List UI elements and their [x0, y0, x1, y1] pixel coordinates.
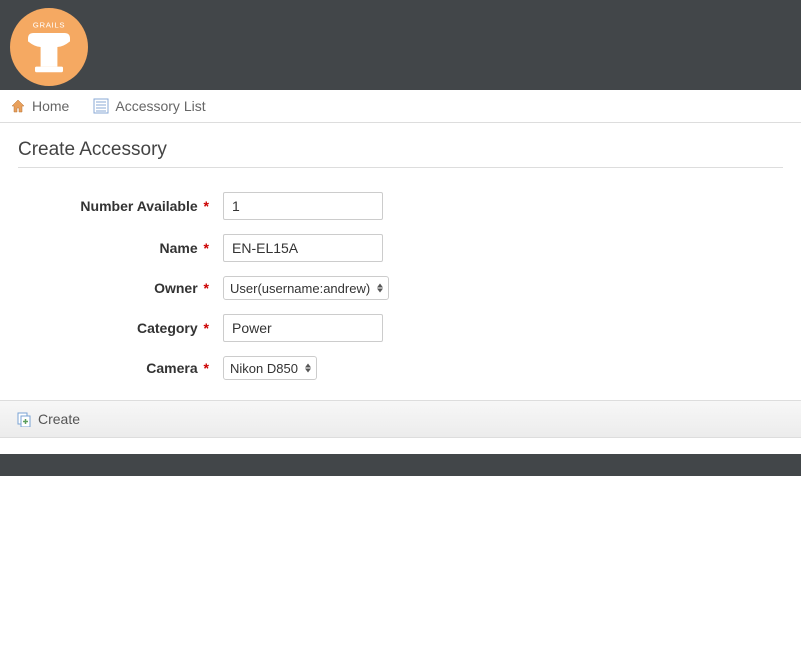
grails-logo: GRAILS [10, 8, 88, 86]
required-mark: * [204, 320, 209, 336]
row-number-available: Number Available * [18, 192, 783, 220]
select-caret-icon [377, 284, 383, 293]
label-camera: Camera * [18, 360, 223, 376]
select-camera[interactable]: Nikon D850 [223, 356, 317, 380]
required-mark: * [204, 360, 209, 376]
input-name[interactable] [223, 234, 383, 262]
create-button[interactable]: Create [16, 411, 80, 427]
content: Create Accessory Number Available * Name… [0, 123, 801, 380]
input-category[interactable] [223, 314, 383, 342]
create-button-label: Create [38, 411, 80, 427]
select-caret-icon [305, 364, 311, 373]
app-footer [0, 454, 801, 476]
nav-home[interactable]: Home [10, 98, 69, 114]
input-number-available[interactable] [223, 192, 383, 220]
list-icon [93, 98, 109, 114]
nav-accessory-list[interactable]: Accessory List [93, 98, 205, 114]
title-rule [18, 167, 783, 168]
page-title: Create Accessory [18, 139, 783, 161]
select-camera-value: Nikon D850 [230, 361, 298, 376]
nav-bar: Home Accessory List [0, 90, 801, 123]
create-icon [16, 411, 32, 427]
nav-list-label: Accessory List [115, 98, 205, 114]
row-camera: Camera * Nikon D850 [18, 356, 783, 380]
logo-text: GRAILS [33, 20, 65, 29]
label-name: Name * [18, 240, 223, 256]
label-number-available: Number Available * [18, 198, 223, 214]
home-icon [10, 98, 26, 114]
required-mark: * [204, 198, 209, 214]
required-mark: * [204, 240, 209, 256]
button-bar: Create [0, 400, 801, 438]
select-owner-value: User(username:andrew) [230, 281, 370, 296]
row-category: Category * [18, 314, 783, 342]
select-owner[interactable]: User(username:andrew) [223, 276, 389, 300]
label-owner: Owner * [18, 280, 223, 296]
label-category: Category * [18, 320, 223, 336]
row-name: Name * [18, 234, 783, 262]
nav-home-label: Home [32, 98, 69, 114]
row-owner: Owner * User(username:andrew) [18, 276, 783, 300]
required-mark: * [204, 280, 209, 296]
app-header: GRAILS [0, 0, 801, 90]
